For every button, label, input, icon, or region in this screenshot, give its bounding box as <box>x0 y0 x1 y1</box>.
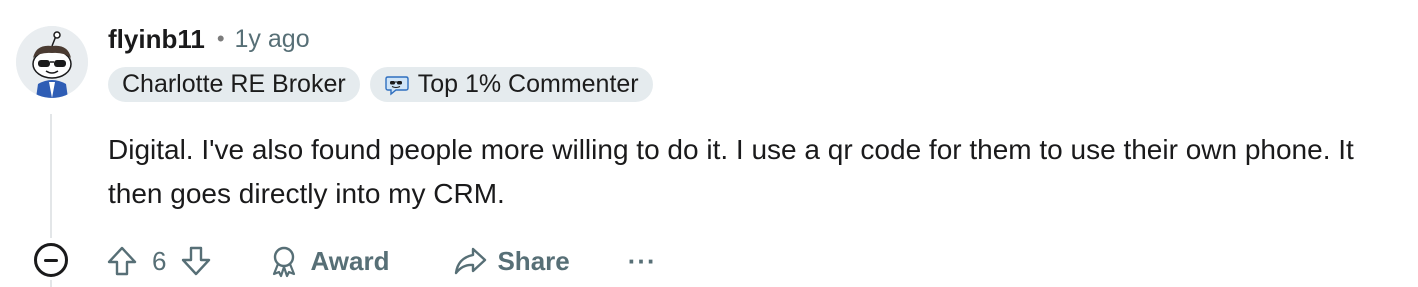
thread-line-continuation <box>50 280 52 287</box>
thread-line[interactable] <box>50 114 52 238</box>
user-flair-label: Charlotte RE Broker <box>122 70 346 98</box>
avatar-snoo-icon <box>16 26 88 98</box>
avatar[interactable] <box>16 26 88 98</box>
timestamp[interactable]: 1y ago <box>235 25 310 54</box>
comment-meta: flyinb11 • 1y ago <box>108 24 310 54</box>
downvote-button[interactable] <box>178 243 214 279</box>
comment: flyinb11 • 1y ago Charlotte RE Broker To… <box>0 0 1418 287</box>
vote-controls: 6 <box>104 243 214 279</box>
author-username[interactable]: flyinb11 <box>108 24 205 55</box>
top-commenter-badge[interactable]: Top 1% Commenter <box>369 67 653 102</box>
downvote-icon <box>182 246 211 276</box>
share-button[interactable]: Share <box>451 243 570 279</box>
comment-body: Digital. I've also found people more wil… <box>108 134 1354 209</box>
award-button[interactable]: Award <box>266 243 389 279</box>
share-icon <box>455 247 487 275</box>
collapse-icon <box>44 258 58 262</box>
meta-separator: • <box>216 26 225 51</box>
user-flairs: Charlotte RE Broker Top 1% Commenter <box>108 67 653 102</box>
vote-score: 6 <box>152 245 167 276</box>
top-commenter-label: Top 1% Commenter <box>417 70 639 98</box>
more-options-button[interactable]: ··· <box>628 246 657 277</box>
commenter-badge-icon <box>385 75 409 95</box>
user-flair: Charlotte RE Broker <box>108 67 360 102</box>
collapse-thread-button[interactable] <box>34 243 68 277</box>
award-label: Award <box>310 245 390 276</box>
comment-action-bar: 6 Award Share ··· <box>104 238 657 284</box>
upvote-icon <box>107 246 137 276</box>
share-label: Share <box>497 245 570 276</box>
upvote-button[interactable] <box>104 243 140 279</box>
award-icon <box>273 246 296 278</box>
